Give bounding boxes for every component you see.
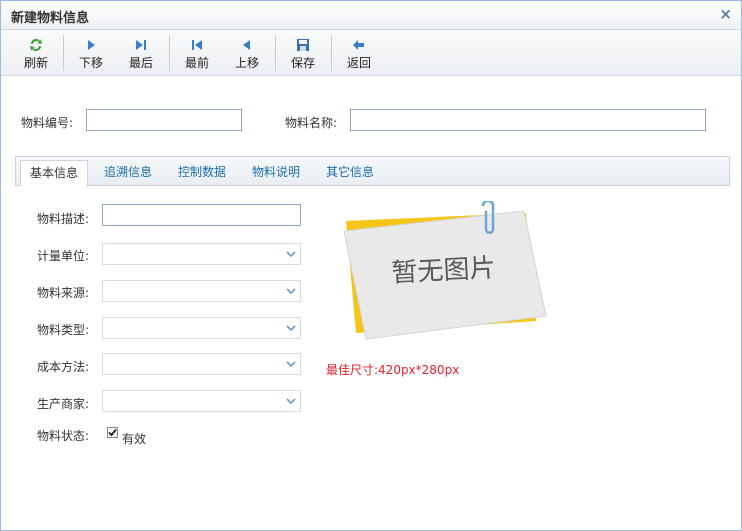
move-up-label: 上移 bbox=[234, 56, 259, 70]
title-bar: 新建物料信息 × bbox=[1, 1, 741, 30]
source-label: 物料来源: bbox=[37, 286, 90, 300]
tab-other-info[interactable]: 其它信息 bbox=[326, 163, 374, 180]
chevron-down-icon bbox=[286, 361, 296, 368]
tab-trace-info[interactable]: 追溯信息 bbox=[104, 163, 152, 180]
tab-material-notes[interactable]: 物料说明 bbox=[252, 163, 300, 180]
unit-label: 计量单位: bbox=[37, 249, 90, 263]
unit-select[interactable] bbox=[102, 243, 301, 265]
check-icon bbox=[108, 428, 117, 437]
cost-method-select[interactable] bbox=[102, 353, 301, 375]
material-code-label: 物料编号: bbox=[21, 116, 74, 130]
cost-method-label: 成本方法: bbox=[37, 360, 90, 374]
last-button[interactable]: 最后 bbox=[119, 33, 163, 73]
image-size-hint: 最佳尺寸:420px*280px bbox=[326, 363, 460, 377]
triangle-right-icon bbox=[88, 40, 95, 50]
description-label: 物料描述: bbox=[37, 212, 90, 226]
chevron-down-icon bbox=[286, 288, 296, 295]
chevron-down-icon bbox=[286, 325, 296, 332]
window-title: 新建物料信息 bbox=[11, 11, 90, 26]
refresh-label: 刷新 bbox=[23, 56, 48, 70]
material-name-label: 物料名称: bbox=[285, 116, 338, 130]
refresh-button[interactable]: 刷新 bbox=[14, 33, 58, 73]
close-icon[interactable]: × bbox=[719, 5, 732, 23]
type-label: 物料类型: bbox=[37, 323, 90, 337]
triangle-left-icon bbox=[243, 40, 250, 50]
no-image-placeholder: 暂无图片 bbox=[343, 201, 547, 340]
back-label: 返回 bbox=[346, 56, 371, 70]
manufacturer-select[interactable] bbox=[102, 390, 301, 412]
toolbar-separator bbox=[63, 35, 64, 71]
move-up-button[interactable]: 上移 bbox=[225, 33, 269, 73]
source-select[interactable] bbox=[102, 280, 301, 302]
description-input[interactable] bbox=[102, 204, 301, 226]
toolbar-separator bbox=[275, 35, 276, 71]
last-label: 最后 bbox=[128, 56, 153, 70]
material-code-input[interactable] bbox=[86, 109, 242, 131]
no-image-text: 暂无图片 bbox=[391, 253, 496, 288]
move-down-label: 下移 bbox=[78, 56, 103, 70]
material-name-input[interactable] bbox=[350, 109, 706, 131]
refresh-icon bbox=[30, 39, 42, 52]
skip-last-icon bbox=[136, 40, 146, 50]
first-button[interactable]: 最前 bbox=[175, 33, 219, 73]
dialog-window: 新建物料信息 × 刷新 下移 最后 最前 上移 保存 返回 物料编号: 物料名称… bbox=[0, 0, 742, 531]
save-icon bbox=[297, 39, 309, 51]
tab-bar: 基本信息 追溯信息 控制数据 物料说明 其它信息 bbox=[15, 156, 730, 187]
status-checkbox[interactable] bbox=[107, 427, 118, 438]
move-down-button[interactable]: 下移 bbox=[69, 33, 113, 73]
toolbar-separator bbox=[169, 35, 170, 71]
manufacturer-label: 生产商家: bbox=[37, 397, 90, 411]
tab-control-data[interactable]: 控制数据 bbox=[178, 163, 226, 180]
toolbar: 刷新 下移 最后 最前 上移 保存 返回 bbox=[1, 30, 741, 76]
type-select[interactable] bbox=[102, 317, 301, 339]
chevron-down-icon bbox=[286, 398, 296, 405]
status-label: 物料状态: bbox=[37, 429, 90, 443]
skip-first-icon bbox=[192, 40, 202, 50]
first-label: 最前 bbox=[184, 56, 209, 70]
chevron-down-icon bbox=[286, 251, 296, 258]
toolbar-separator bbox=[331, 35, 332, 71]
back-arrow-icon bbox=[353, 40, 364, 50]
back-button[interactable]: 返回 bbox=[337, 33, 381, 73]
save-label: 保存 bbox=[290, 56, 315, 70]
status-checkbox-label: 有效 bbox=[122, 432, 147, 446]
tab-basic-info[interactable]: 基本信息 bbox=[20, 160, 89, 187]
save-button[interactable]: 保存 bbox=[281, 33, 325, 73]
